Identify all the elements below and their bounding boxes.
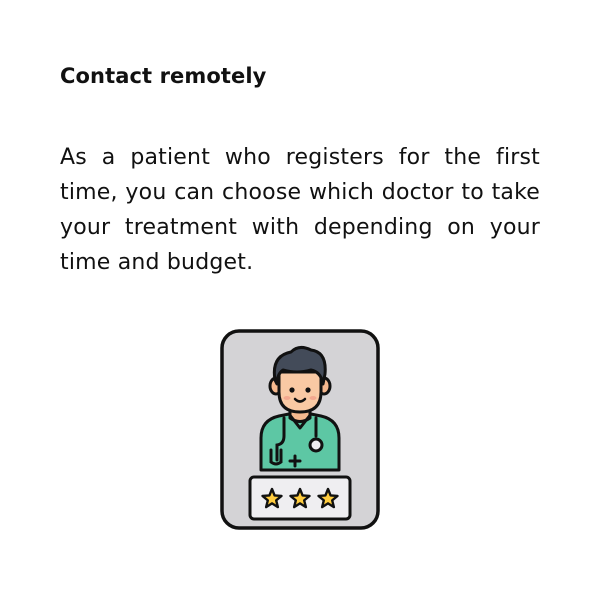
- rating-stars: [261, 487, 339, 509]
- doctor-rating-icon: [220, 329, 380, 530]
- description-paragraph: As a patient who registers for the first…: [60, 145, 540, 275]
- doctor-face: [277, 370, 323, 414]
- page-title: Contact remotely: [60, 64, 267, 88]
